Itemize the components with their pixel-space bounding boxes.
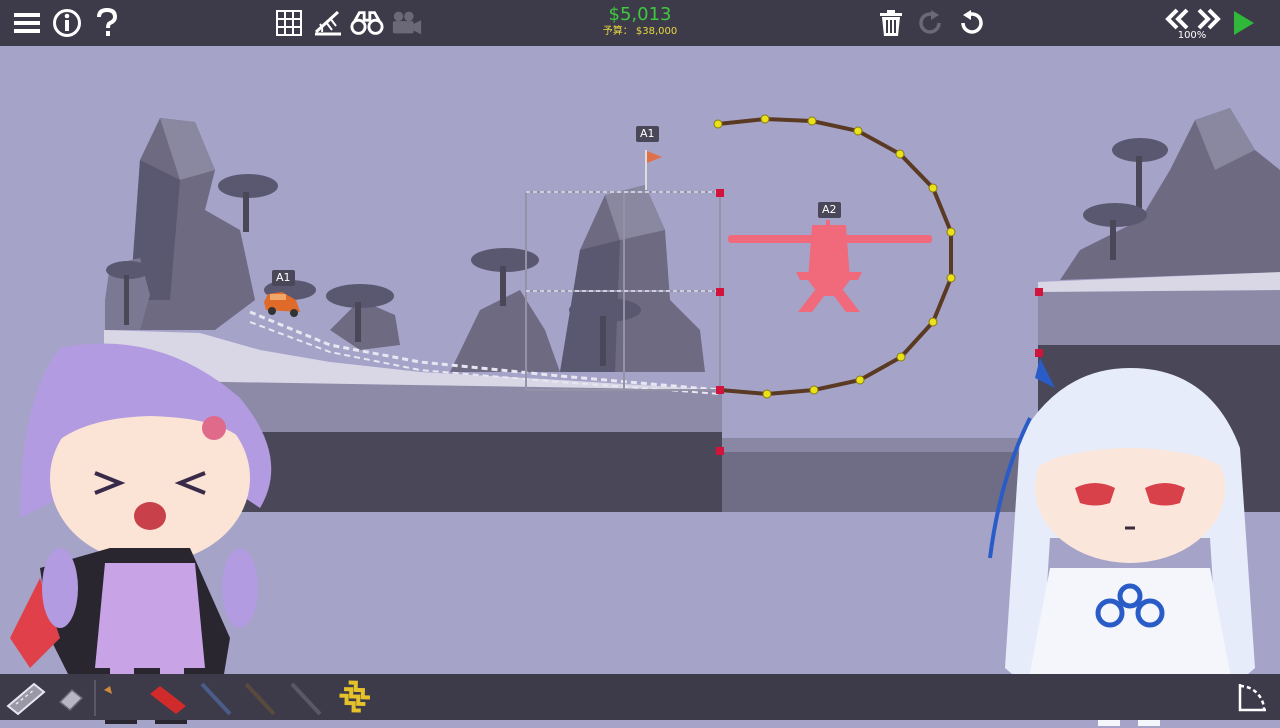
play-icon (1234, 11, 1254, 35)
road-icon (6, 682, 46, 716)
eraser-icon (58, 688, 84, 712)
airplane-target (728, 220, 932, 312)
fast-forward-icon (1197, 8, 1221, 30)
trash-icon (880, 10, 902, 36)
steel-tool-button[interactable] (146, 680, 190, 718)
spring-tool-button[interactable] (332, 680, 372, 718)
top-toolbar: $5,013 予算： $38,000 100% (0, 0, 1280, 46)
white-chibi-character (988, 358, 1255, 726)
camera-icon (392, 11, 422, 35)
undo-button[interactable] (954, 6, 988, 40)
cable-icon (200, 682, 232, 716)
purple-chibi-character (10, 343, 272, 724)
steel-beam-icon (150, 686, 186, 714)
vehicle-label: A1 (272, 270, 295, 286)
redo-icon (919, 10, 941, 34)
budget-display: $5,013 予算： $38,000 (560, 4, 720, 38)
info-button[interactable] (50, 6, 84, 40)
spring-icon (339, 680, 371, 713)
info-icon (53, 9, 81, 37)
bridge-build-area[interactable]: A1 A1 A2 (0, 46, 1280, 726)
hydraulic-tool-button[interactable] (286, 680, 326, 718)
rope-icon (244, 682, 276, 716)
rewind-icon (1165, 8, 1189, 30)
delete-button[interactable] (874, 6, 908, 40)
stress-icon (314, 10, 341, 36)
camera-button[interactable] (390, 6, 424, 40)
corner-arc-icon (1238, 684, 1266, 712)
redo-button[interactable] (914, 6, 948, 40)
binoculars-button[interactable] (350, 6, 384, 40)
eraser-tool-button[interactable] (56, 684, 86, 714)
flag-label: A1 (636, 126, 659, 142)
help-icon (97, 8, 118, 36)
budget-limit: 予算： $38,000 (602, 26, 678, 37)
hydraulic-icon (290, 682, 322, 716)
road-tool-button[interactable] (4, 680, 48, 718)
grid-toggle[interactable] (272, 6, 306, 40)
plane-label: A2 (818, 202, 841, 218)
menu-icon (14, 13, 40, 33)
checkpoint-flag (645, 150, 662, 190)
help-button[interactable] (90, 6, 124, 40)
simulation-speed: 100% (1177, 30, 1207, 41)
material-toolbar (0, 674, 1280, 720)
wood-icon (104, 686, 112, 694)
toolbar-divider (94, 680, 96, 716)
binoculars-icon (350, 11, 384, 35)
menu-button[interactable] (10, 6, 44, 40)
rope-tool-button[interactable] (240, 680, 280, 718)
play-button[interactable] (1226, 6, 1260, 40)
right-rock-formation (1060, 108, 1280, 280)
wood-tool-button[interactable] (100, 680, 140, 718)
cost-value: $5,013 (608, 4, 672, 25)
split-view-button[interactable] (1236, 680, 1270, 714)
undo-icon (961, 10, 983, 34)
cable-tool-button[interactable] (196, 680, 236, 718)
grid-icon (276, 10, 302, 36)
stress-view-toggle[interactable] (311, 6, 345, 40)
